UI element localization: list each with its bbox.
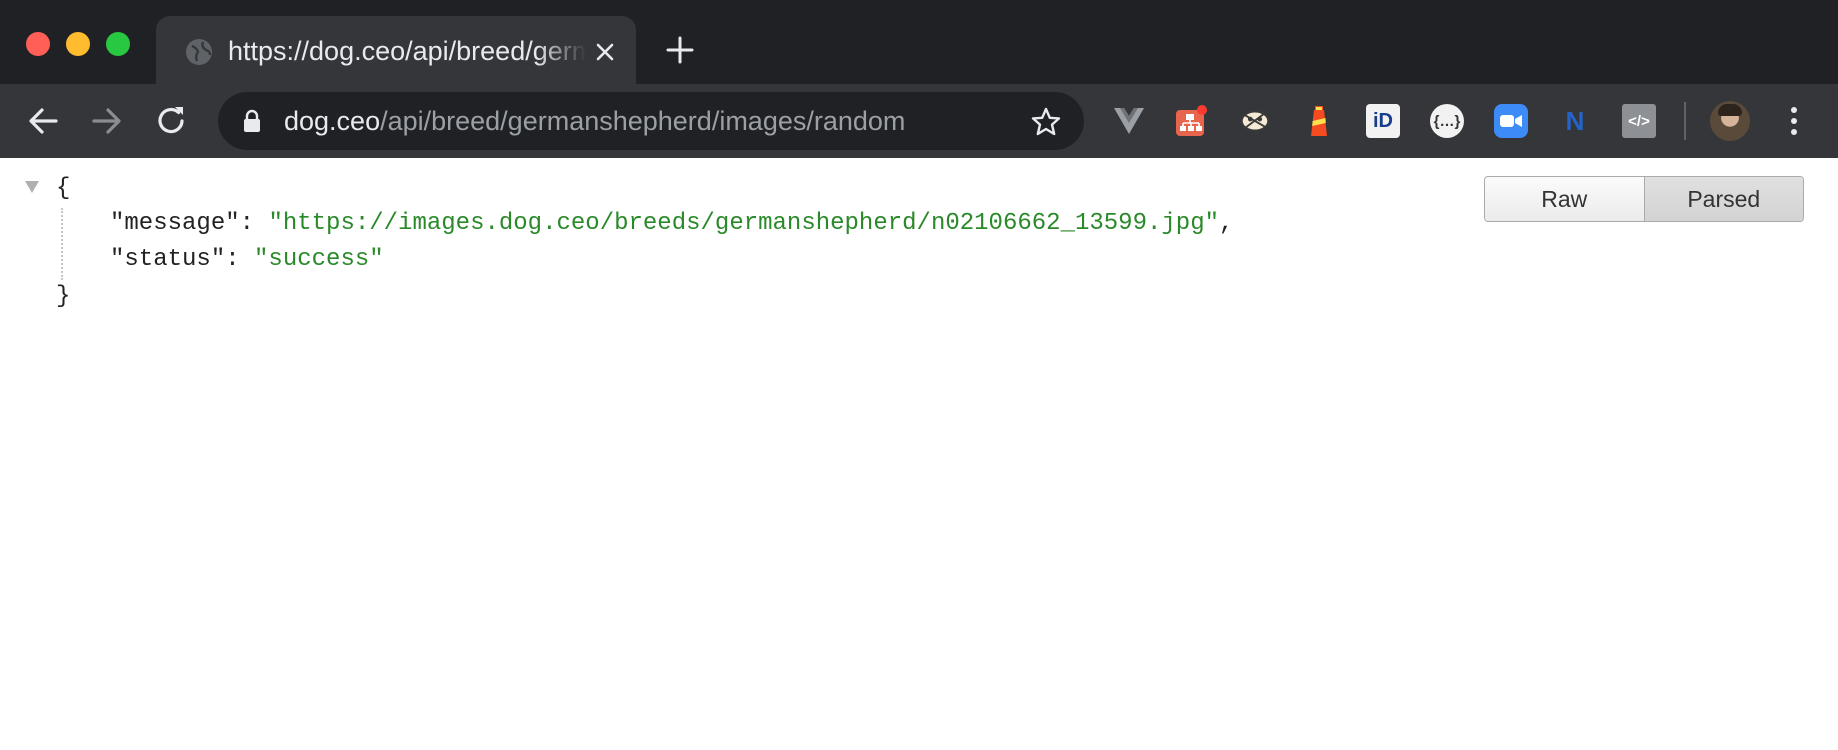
tab-strip: https://dog.ceo/api/breed/germanshepherd… [0, 0, 1838, 84]
bug-extension-icon[interactable] [1238, 104, 1272, 138]
url-path: /api/breed/germanshepherd/images/random [380, 106, 906, 136]
json-colon: : [239, 210, 269, 237]
active-tab[interactable]: https://dog.ceo/api/breed/germanshepherd… [156, 16, 636, 84]
json-entry-status: "status": "success" [110, 245, 384, 275]
json-brace-open: { [56, 175, 71, 202]
zoom-icon[interactable] [1494, 104, 1528, 138]
bookmark-star-icon[interactable] [1030, 106, 1062, 138]
json-string-value: "https://images.dog.ceo/breeds/germanshe… [268, 210, 1219, 237]
id-extension-icon[interactable]: iD [1366, 104, 1400, 138]
code-extension-icon[interactable]: </> [1622, 104, 1656, 138]
back-arrow-icon[interactable] [24, 102, 62, 140]
address-bar[interactable]: dog.ceo/api/breed/germanshepherd/images/… [218, 92, 1084, 150]
json-formatter-icon[interactable]: {…} [1430, 104, 1464, 138]
page-content: { "message": "https://images.dog.ceo/bre… [0, 158, 1838, 750]
forward-arrow-icon[interactable] [88, 102, 126, 140]
json-brace-close: } [56, 283, 71, 310]
reload-icon[interactable] [152, 102, 190, 140]
window-close-button[interactable] [26, 32, 50, 56]
json-comma: , [1219, 210, 1234, 237]
avatar-hair [1718, 104, 1742, 116]
url-host: dog.ceo [284, 106, 381, 136]
lighthouse-icon[interactable] [1302, 104, 1336, 138]
browser-toolbar: dog.ceo/api/breed/germanshepherd/images/… [0, 84, 1838, 158]
json-key: "status" [110, 246, 226, 273]
address-url[interactable]: dog.ceo/api/breed/germanshepherd/images/… [284, 104, 905, 138]
toolbar-separator [1684, 102, 1686, 140]
lock-icon[interactable] [242, 109, 262, 133]
menu-kebab-icon[interactable] [1782, 103, 1806, 139]
profile-avatar[interactable] [1710, 101, 1750, 141]
vue-devtools-icon[interactable] [1112, 104, 1146, 138]
collapse-triangle-icon[interactable] [24, 180, 40, 194]
n-extension-icon[interactable]: N [1558, 104, 1592, 138]
tab-title: https://dog.ceo/api/breed/germanshepherd… [228, 36, 586, 66]
window-minimize-button[interactable] [66, 32, 90, 56]
raw-parsed-toggle: Raw Parsed [1484, 176, 1804, 222]
json-entry-message: "message": "https://images.dog.ceo/breed… [110, 209, 1233, 239]
json-key: "message" [110, 210, 240, 237]
json-string-value: "success" [254, 246, 384, 273]
close-icon[interactable] [590, 37, 620, 67]
json-indent-guide [61, 208, 63, 280]
json-colon: : [225, 246, 255, 273]
new-tab-plus-icon[interactable] [664, 34, 696, 66]
window-maximize-button[interactable] [106, 32, 130, 56]
globe-icon [186, 39, 212, 65]
raw-button[interactable]: Raw [1485, 177, 1644, 221]
sitemap-extension-icon[interactable] [1174, 104, 1208, 138]
parsed-button[interactable]: Parsed [1643, 177, 1803, 221]
